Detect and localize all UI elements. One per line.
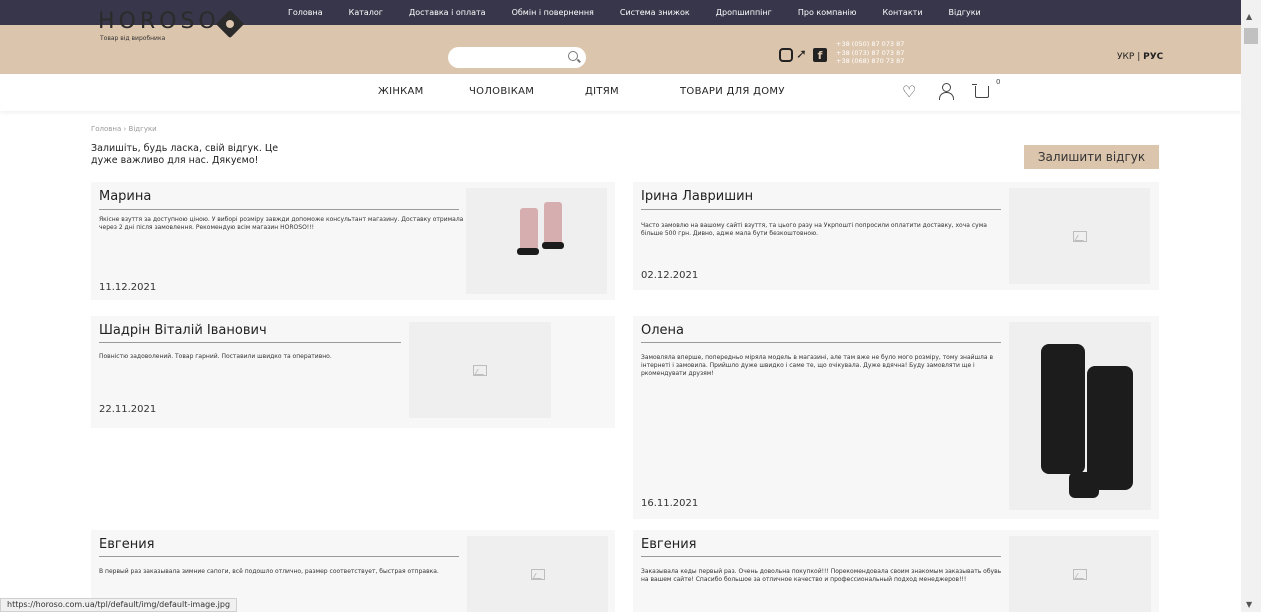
instagram-icon[interactable] — [779, 48, 793, 62]
cart-icon[interactable] — [972, 84, 989, 98]
cat-home-goods[interactable]: ТОВАРИ ДЛЯ ДОМУ — [680, 86, 785, 97]
top-nav-about[interactable]: Про компанію — [798, 8, 857, 17]
telegram-icon[interactable]: ➚ — [796, 48, 810, 62]
review-divider — [641, 209, 1001, 210]
review-author: Олена — [641, 323, 685, 338]
cart-count-badge: 0 — [996, 78, 1001, 86]
top-nav-contacts[interactable]: Контакти — [882, 8, 922, 17]
image-placeholder-icon — [1073, 569, 1087, 580]
top-nav-reviews[interactable]: Відгуки — [949, 8, 981, 17]
lang-separator: | — [1137, 52, 1141, 62]
image-placeholder-icon — [473, 365, 487, 376]
review-divider — [99, 209, 459, 210]
review-date: 02.12.2021 — [641, 270, 699, 281]
review-card: Олена Замовляла вперше, попередньо мірял… — [633, 316, 1159, 519]
cat-kids[interactable]: ДІТЯМ — [585, 86, 619, 97]
wishlist-heart-icon[interactable]: ♡ — [902, 84, 916, 100]
review-author: Ірина Лавришин — [641, 189, 754, 204]
scroll-up-arrow-icon[interactable]: ▲ — [1246, 12, 1252, 21]
review-date: 22.11.2021 — [99, 404, 157, 415]
language-switcher: УКР | РУС — [1117, 52, 1163, 62]
review-text: Повністю задоволений. Товар гарний. Пост… — [99, 353, 332, 360]
phone-1[interactable]: +38 (050) 87 073 87 — [836, 40, 904, 49]
review-divider — [641, 342, 1001, 343]
review-photo[interactable] — [466, 188, 607, 294]
review-text: Якісне взуття за доступною ціною. У вибо… — [99, 216, 464, 231]
shoe-left — [520, 208, 538, 250]
search-input[interactable] — [448, 47, 586, 68]
review-photo-placeholder[interactable] — [409, 322, 551, 418]
review-author: Шадрін Віталій Іванович — [99, 323, 267, 338]
user-account-icon[interactable] — [938, 83, 954, 101]
review-card: Марина Якісне взуття за доступною ціною.… — [91, 182, 615, 300]
top-nav-dropshipping[interactable]: Дропшиппінг — [716, 8, 772, 17]
page-scrollbar[interactable] — [1241, 0, 1261, 612]
boot-pouch — [1069, 472, 1099, 498]
scroll-down-arrow-icon[interactable]: ▼ — [1246, 600, 1252, 609]
category-nav: ЖІНКАМ ЧОЛОВІКАМ ДІТЯМ ТОВАРИ ДЛЯ ДОМУ — [0, 74, 1241, 111]
review-text: Замовляла вперше, попередньо міряла моде… — [641, 354, 993, 377]
review-photo-placeholder[interactable] — [467, 536, 608, 612]
review-divider — [641, 556, 1001, 557]
review-text: В первый раз заказывала зимние сапоги, в… — [99, 568, 439, 575]
cat-women[interactable]: ЖІНКАМ — [378, 86, 424, 97]
cat-men[interactable]: ЧОЛОВІКАМ — [469, 86, 534, 97]
shoe-right — [544, 202, 562, 244]
phone-list: +38 (050) 87 073 87 +38 (073) 87 073 87 … — [836, 40, 904, 66]
image-placeholder-icon — [530, 569, 545, 580]
leave-review-button[interactable]: Залишити відгук — [1024, 145, 1159, 169]
top-nav-delivery[interactable]: Доставка і оплата — [409, 8, 486, 17]
review-divider — [99, 556, 459, 557]
image-placeholder-icon — [1072, 231, 1087, 242]
review-card: Шадрін Віталій Іванович Повністю задовол… — [91, 316, 615, 428]
browser-status-url: https://horoso.com.ua/tpl/default/img/de… — [0, 598, 238, 612]
top-nav-exchange[interactable]: Обмін і повернення — [512, 8, 594, 17]
review-author: Евгения — [99, 537, 155, 552]
review-date: 11.12.2021 — [99, 282, 157, 293]
site-logo[interactable]: HOROSO — [98, 11, 220, 33]
search-icon[interactable] — [568, 51, 578, 61]
social-links: ➚ f — [779, 48, 827, 62]
top-nav-catalog[interactable]: Каталог — [349, 8, 383, 17]
review-photo-placeholder[interactable] — [1009, 188, 1150, 284]
lang-rus[interactable]: РУС — [1143, 52, 1163, 62]
review-photo-placeholder[interactable] — [1009, 536, 1151, 612]
review-divider — [99, 342, 401, 343]
review-photo[interactable] — [1009, 322, 1151, 510]
review-author: Марина — [99, 189, 152, 204]
review-date: 16.11.2021 — [641, 498, 699, 509]
phone-3[interactable]: +38 (068) 870 73 87 — [836, 57, 904, 66]
scrollbar-thumb[interactable] — [1244, 28, 1258, 44]
breadcrumb[interactable]: Головна › Відгуки — [91, 125, 157, 133]
review-text: Часто замовлю на вашому сайті взуття, та… — [641, 222, 987, 237]
intro-text: Залишіть, будь ласка, свій відгук. Це ду… — [91, 143, 279, 166]
top-nav: Головна Каталог Доставка і оплата Обмін … — [288, 0, 1007, 25]
top-nav-discounts[interactable]: Система знижок — [620, 8, 690, 17]
sole-left — [517, 248, 539, 255]
boot-left — [1041, 344, 1085, 474]
facebook-icon[interactable]: f — [813, 48, 827, 62]
review-card: Ірина Лавришин Часто замовлю на вашому с… — [633, 182, 1159, 290]
logo-tagline: Товар від виробника — [100, 35, 166, 42]
sole-right — [542, 242, 564, 249]
phone-2[interactable]: +38 (073) 87 073 87 — [836, 49, 904, 58]
review-card: Евгения Заказывала кеды первый раз. Очен… — [633, 530, 1159, 612]
lang-ukr[interactable]: УКР — [1117, 52, 1134, 62]
review-text: Заказывала кеды первый раз. Очень доволь… — [641, 568, 1002, 583]
top-nav-home[interactable]: Головна — [288, 8, 323, 17]
review-author: Евгения — [641, 537, 697, 552]
